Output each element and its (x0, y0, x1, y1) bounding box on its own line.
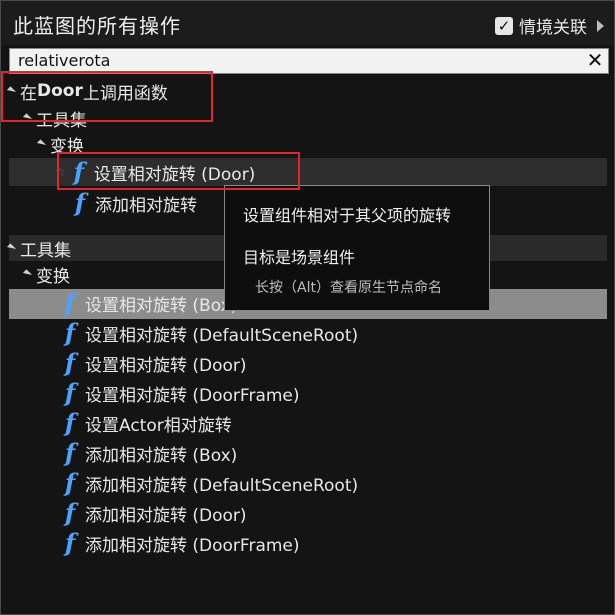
annotation-highlight-box (1, 71, 213, 122)
action-item[interactable]: f 添加相对旋转 (Door) (61, 500, 247, 526)
action-item-label: 添加相对旋转 (Box) (85, 445, 238, 466)
function-icon: f (64, 378, 76, 407)
tooltip-target: 目标是场景组件 (243, 248, 356, 267)
menu-header: 此蓝图的所有操作 ✓ 情境关联 (1, 1, 614, 45)
action-item[interactable]: f 添加相对旋转 (Box) (61, 440, 237, 466)
category-label: 工具集 (20, 240, 71, 261)
action-item-label: 设置相对旋转 (Door) (85, 355, 247, 376)
action-item[interactable]: f 设置相对旋转 (DoorFrame) (61, 380, 300, 406)
tooltip-description: 设置组件相对于其父项的旋转 (243, 206, 452, 225)
action-item[interactable]: f 设置相对旋转 (Box) (61, 290, 237, 316)
action-item[interactable]: f 添加相对旋转 (DefaultSceneRoot) (61, 470, 358, 496)
clear-search-icon[interactable]: ✕ (584, 49, 606, 71)
action-item-label: 添加相对旋转 (DefaultSceneRoot) (85, 475, 359, 496)
checkbox-icon[interactable]: ✓ (495, 16, 513, 35)
function-icon: f (64, 438, 76, 467)
action-item-label: 设置相对旋转 (DoorFrame) (85, 385, 300, 406)
tree-category-utilities-2[interactable]: 工具集 (6, 235, 71, 261)
action-item-label: 设置相对旋转 (Box) (85, 295, 238, 316)
function-icon: f (74, 188, 86, 217)
function-icon: f (64, 408, 76, 437)
collapse-arrow-icon[interactable] (6, 243, 17, 253)
function-icon: f (64, 528, 76, 557)
action-menu-panel: 此蓝图的所有操作 ✓ 情境关联 relativerota ✕ 在 Door 上调… (0, 0, 615, 615)
action-item[interactable]: f 设置Actor相对旋转 (61, 410, 232, 436)
action-item-label: 添加相对旋转 (95, 195, 197, 216)
action-item[interactable]: f 添加相对旋转 (71, 190, 197, 216)
context-sensitive-toggle[interactable]: ✓ 情境关联 (495, 13, 604, 38)
annotation-highlight-box (57, 152, 300, 190)
action-item-label: 设置Actor相对旋转 (85, 415, 232, 436)
context-sensitive-label: 情境关联 (519, 18, 587, 38)
action-item[interactable]: f 添加相对旋转 (DoorFrame) (61, 530, 300, 556)
function-icon: f (64, 348, 76, 377)
action-item-label: 添加相对旋转 (DoorFrame) (85, 535, 300, 556)
action-item-label: 添加相对旋转 (Door) (85, 505, 247, 526)
function-icon: f (64, 468, 76, 497)
action-item-label: 设置相对旋转 (DefaultSceneRoot) (85, 325, 359, 346)
function-icon: f (64, 318, 76, 347)
expand-arrow-icon[interactable] (597, 19, 604, 32)
menu-title: 此蓝图的所有操作 (13, 14, 181, 38)
action-item[interactable]: f 设置相对旋转 (Door) (61, 350, 247, 376)
function-icon: f (64, 288, 76, 317)
search-input[interactable]: relativerota (18, 51, 110, 70)
action-item[interactable]: f 设置相对旋转 (DefaultSceneRoot) (61, 320, 358, 346)
category-label: 变换 (36, 266, 70, 287)
tree-category-transform-2[interactable]: 变换 (22, 261, 70, 287)
function-tooltip: 设置组件相对于其父项的旋转 目标是场景组件 长按（Alt）查看原生节点命名 (224, 185, 490, 311)
tooltip-hint: 长按（Alt）查看原生节点命名 (255, 280, 442, 296)
collapse-arrow-icon[interactable] (22, 269, 33, 279)
collapse-arrow-icon[interactable] (36, 139, 47, 149)
function-icon: f (64, 498, 76, 527)
